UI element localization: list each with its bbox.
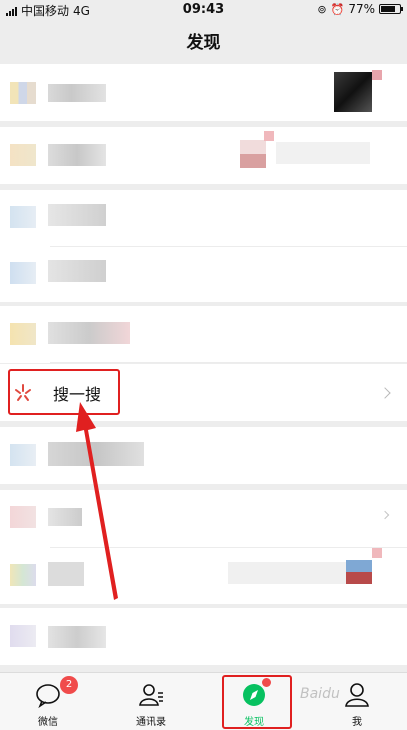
blurred-icon [10,444,36,466]
blurred-icon [10,144,36,166]
tab-chats[interactable]: 2 微信 [8,673,88,730]
status-bar: 中国移动 4G 09:43 ⊚ ⏰ 77% [0,0,407,18]
blurred-label [48,562,84,586]
blurred-text [276,142,370,164]
blurred-label [48,626,106,648]
list-group-3 [0,190,407,302]
blurred-icon [10,82,36,104]
chevron-right-icon [379,386,391,399]
blurred-dot [264,131,274,141]
blurred-icon [10,625,36,647]
baidu-watermark: Baidu [300,686,340,702]
contacts-icon [139,684,163,706]
blurred-avatar [346,560,372,584]
blurred-icon [10,206,36,228]
page-title: 发现 [186,33,221,53]
list-item-4[interactable] [0,306,407,363]
list-item-2[interactable] [0,127,407,184]
annotation-box-search [8,369,120,415]
battery-icon [379,4,403,14]
blurred-label [48,144,106,166]
profile-icon [345,683,369,707]
tab-label: 微信 [38,717,58,728]
rotation-lock-icon: ⊚ [317,2,327,16]
tab-label: 通讯录 [136,717,166,728]
list-item-6[interactable] [0,427,407,484]
blurred-icon [10,262,36,284]
blurred-avatar [240,140,266,168]
blurred-label [48,84,106,102]
blurred-thumbnail [334,72,372,112]
blurred-icon [10,506,36,528]
status-right: ⊚ ⏰ 77% [317,2,403,16]
blurred-text [228,562,348,584]
chevron-right-icon [380,510,390,520]
annotation-box-discover [222,675,292,729]
blurred-icon [10,564,36,586]
tab-bar: 2 微信 通讯录 发现 我 [0,672,407,730]
blurred-label [48,508,82,526]
alarm-icon: ⏰ [330,2,345,16]
chat-icon [36,684,60,708]
blurred-dot [372,548,382,558]
tab-contacts[interactable]: 通讯录 [111,673,191,730]
battery-percent: 77% [348,2,375,16]
blurred-icon [10,323,36,345]
blurred-label [48,322,130,344]
unread-badge: 2 [60,676,78,694]
blurred-label [48,442,144,466]
list-group-7 [0,490,407,604]
blurred-dot [372,70,382,80]
list-item-1[interactable] [0,64,407,121]
blurred-label [48,204,106,226]
tab-label: 我 [352,717,362,728]
list-item-8[interactable] [0,608,407,665]
blurred-label [48,260,106,282]
